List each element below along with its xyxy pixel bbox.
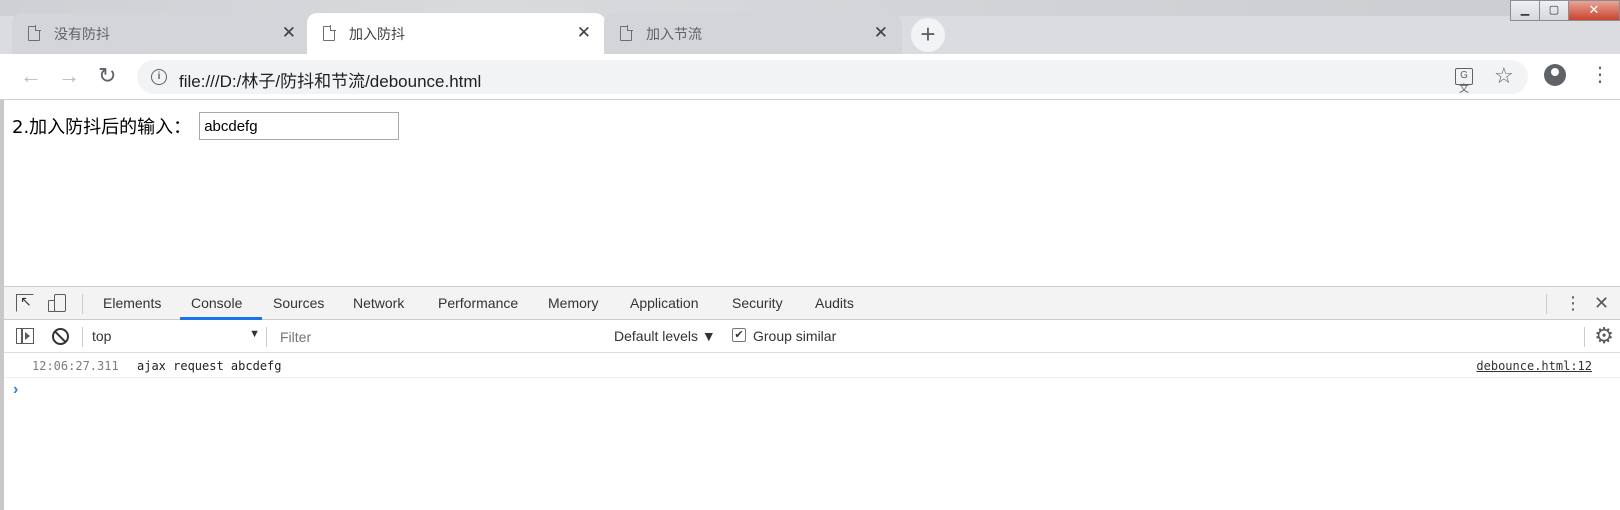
tab-console[interactable]: Console xyxy=(191,287,242,320)
translate-icon[interactable]: G文 xyxy=(1455,68,1473,95)
browser-tab-debounce[interactable]: 加入防抖 ✕ xyxy=(307,13,605,54)
console-prompt-icon[interactable]: › xyxy=(13,381,18,399)
tab-close-icon[interactable]: ✕ xyxy=(577,23,591,43)
console-message: 12:06:27.311 ajax request abcdefg deboun… xyxy=(4,353,1620,378)
devtools-close-icon[interactable]: ✕ xyxy=(1594,292,1609,314)
device-toolbar-icon[interactable] xyxy=(48,294,66,312)
browser-toolbar: ← → ↻ i file:///D:/林子/防抖和节流/debounce.htm… xyxy=(0,54,1620,100)
debounce-input-row: 2.加入防抖后的输入： xyxy=(12,112,400,140)
log-levels-dropdown[interactable]: Default levels ▼ xyxy=(614,328,716,344)
devtools-panel: Elements Console Sources Network Perform… xyxy=(0,286,1620,510)
debounce-text-input[interactable] xyxy=(199,112,400,140)
browser-tab-throttle[interactable]: 加入节流 ✕ xyxy=(604,13,902,54)
debounce-input-label: 2.加入防抖后的输入： xyxy=(12,117,192,138)
tab-memory[interactable]: Memory xyxy=(548,287,599,320)
back-arrow-icon[interactable]: ← xyxy=(20,64,42,88)
inspect-element-icon[interactable] xyxy=(16,293,34,312)
reload-icon[interactable]: ↻ xyxy=(98,64,116,88)
bookmark-star-icon[interactable]: ☆ xyxy=(1494,63,1514,89)
tab-label: 没有防抖 xyxy=(54,25,110,42)
clear-console-icon[interactable] xyxy=(52,328,69,345)
toolbar-divider xyxy=(1584,327,1585,347)
tab-close-icon[interactable]: ✕ xyxy=(874,23,888,43)
browser-tab-strip: 没有防抖 ✕ 加入防抖 ✕ 加入节流 ✕ + ▁ ▢ ✕ xyxy=(0,0,1620,54)
message-text: ajax request abcdefg xyxy=(137,359,282,373)
forward-arrow-icon[interactable]: → xyxy=(58,64,80,88)
info-icon[interactable]: i xyxy=(151,69,167,85)
context-value: top xyxy=(92,328,112,344)
toolbar-divider xyxy=(266,327,267,347)
tab-label: 加入节流 xyxy=(646,25,702,42)
page-icon xyxy=(28,25,41,41)
devtools-more-icon[interactable]: ⋮ xyxy=(1564,292,1582,314)
close-window-button[interactable]: ✕ xyxy=(1568,0,1620,21)
page-viewport: 2.加入防抖后的输入： xyxy=(0,100,1620,286)
address-bar[interactable]: i file:///D:/林子/防抖和节流/debounce.html G文 ☆ xyxy=(137,60,1528,95)
browser-menu-icon[interactable]: ⋮ xyxy=(1590,63,1610,87)
page-icon xyxy=(620,25,633,41)
toolbar-divider xyxy=(82,294,83,314)
console-toolbar: top ▼ Default levels ▼ ✔ Group similar ⚙ xyxy=(4,320,1620,353)
toolbar-divider xyxy=(82,327,83,347)
new-tab-button[interactable]: + xyxy=(911,18,945,52)
console-settings-icon[interactable]: ⚙ xyxy=(1594,324,1614,348)
tab-close-icon[interactable]: ✕ xyxy=(282,23,296,43)
chevron-down-icon: ▼ xyxy=(249,328,260,340)
address-url[interactable]: file:///D:/林子/防抖和节流/debounce.html xyxy=(179,67,481,92)
message-timestamp: 12:06:27.311 xyxy=(32,359,119,373)
maximize-button[interactable]: ▢ xyxy=(1539,0,1569,21)
profile-avatar-icon[interactable] xyxy=(1544,64,1566,86)
toolbar-divider xyxy=(1546,294,1547,314)
tab-elements[interactable]: Elements xyxy=(103,287,161,320)
console-sidebar-toggle-icon[interactable] xyxy=(16,328,34,344)
browser-tab-no-debounce[interactable]: 没有防抖 ✕ xyxy=(12,13,310,54)
tab-sources[interactable]: Sources xyxy=(273,287,324,320)
devtools-tab-bar: Elements Console Sources Network Perform… xyxy=(4,287,1620,320)
tab-label: 加入防抖 xyxy=(349,25,405,42)
page-icon xyxy=(323,25,336,41)
execution-context-select[interactable]: top ▼ xyxy=(92,328,260,344)
window-controls: ▁ ▢ ✕ xyxy=(1510,0,1620,22)
group-similar-checkbox[interactable]: ✔ xyxy=(732,328,746,342)
message-source-link[interactable]: debounce.html:12 xyxy=(1476,359,1592,373)
tab-application[interactable]: Application xyxy=(630,287,699,320)
tab-network[interactable]: Network xyxy=(353,287,404,320)
tab-security[interactable]: Security xyxy=(732,287,783,320)
minimize-button[interactable]: ▁ xyxy=(1510,0,1540,21)
tab-performance[interactable]: Performance xyxy=(438,287,518,320)
console-filter-input[interactable] xyxy=(272,324,602,349)
group-similar-label: Group similar xyxy=(753,328,837,344)
tab-audits[interactable]: Audits xyxy=(815,287,854,320)
